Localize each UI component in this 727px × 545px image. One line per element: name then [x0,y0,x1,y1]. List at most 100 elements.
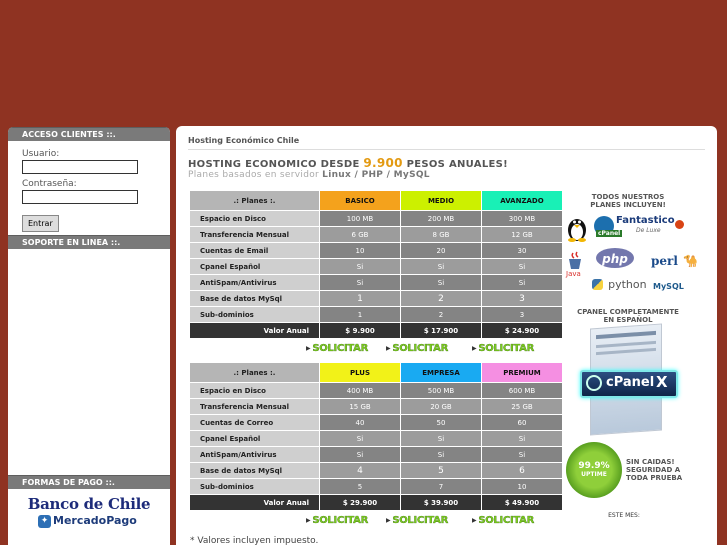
feature-value: Si [319,430,401,447]
uptime-label: UPTIME [581,471,607,478]
python-text: python [608,278,647,291]
arrow-icon: ▶ [306,516,311,524]
plans-table-2: .: Planes :. PLUS EMPRESA PREMIUM Espacio en… [189,362,563,511]
solicitar-label: SOLICITAR [312,515,368,526]
perl-text: perl [651,254,678,268]
camel-icon: 🐪 [683,254,698,268]
cpanel-x-logo: cPanel X [580,370,678,398]
solicitar-premium-button[interactable]: ▶ SOLICITAR [472,515,534,526]
feature-value: Si [400,258,482,275]
password-label: Contraseña: [22,179,77,189]
table-row: Base de datos MySql 4 5 6 [189,462,563,479]
feature-value: Si [481,430,563,447]
sin-caidas-line2: SEGURIDAD A [626,466,681,474]
banco-de-chile-logo[interactable]: Banco de Chile [8,495,170,513]
arrow-icon: ▶ [386,344,391,352]
solicitar-empresa-button[interactable]: ▶ SOLICITAR [386,515,448,526]
sin-caidas-line1: SIN CAIDAS! [626,458,675,466]
feature-label: Cpanel Español [189,430,320,447]
feature-value: 6 GB [319,226,401,243]
table-row: Base de datos MySql 1 2 3 [189,290,563,307]
arrow-icon: ▶ [472,516,477,524]
plan-name-cell: EMPRESA [400,362,482,383]
table-header-row: .: Planes :. BASICO MEDIO AVANZADO [189,190,563,211]
headline-price: 9.900 [363,156,403,170]
perl-logo: perl 🐪 [651,250,698,269]
subtitle-stack: Linux / PHP / MySQL [322,170,430,180]
mercadopago-logo[interactable]: ✦ MercadoPago [8,514,170,528]
table-row: Cpanel Español Si Si Si [189,258,563,275]
plan-name-cell: AVANZADO [481,190,563,211]
fantastico-logo: Fantastico De Luxe cPanel [594,214,684,238]
solicitar-label: SOLICITAR [312,343,368,354]
feature-value: 4 [319,462,401,479]
plan-name-cell: MEDIO [400,190,482,211]
python-logo: python [592,274,647,293]
includes-title: TODOS NUESTROS PLANES INCLUYEN! [572,193,684,209]
includes-title-line1: TODOS NUESTROS [591,193,665,201]
uptime-value: 99.9% [578,461,610,471]
breadcrumb: Hosting Económico Chile [188,136,300,145]
user-label: Usuario: [22,149,60,159]
cpanel-logo-text: cPanel [606,375,655,390]
solicitar-label: SOLICITAR [392,343,448,354]
solicitar-basico-button[interactable]: ▶ SOLICITAR [306,343,368,354]
main-content: Hosting Económico Chile HOSTING ECONOMIC… [176,126,717,545]
fantastico-text: Fantastico [616,215,675,226]
linux-tux-icon [568,219,586,242]
feature-value: 1 [319,290,401,307]
feature-label: Base de datos MySql [189,462,320,479]
promo-column: TODOS NUESTROS PLANES INCLUYEN! Fantasti… [560,126,700,545]
feature-label: Cpanel Español [189,258,320,275]
feature-value: 50 [400,414,482,431]
table-row: Sub-dominios 5 7 10 [189,478,563,495]
sin-caidas-text: SIN CAIDAS! SEGURIDAD A TODA PRUEBA [626,458,692,482]
python-snake-icon [592,279,603,290]
fantastico-deluxe: De Luxe [636,227,661,234]
feature-value: 100 MB [319,210,401,227]
user-input[interactable] [22,160,138,174]
plan-name-cell: BASICO [319,190,401,211]
feature-label: Cuentas de Email [189,242,320,259]
feature-value: 600 MB [481,382,563,399]
subtitle-text: Planes basados en servidor [188,170,323,180]
annual-price: $ 49.900 [481,494,563,511]
feature-value: Si [319,446,401,463]
feature-value: 7 [400,478,482,495]
left-sidebar: ACCESO CLIENTES ::. Usuario: Contraseña:… [8,127,170,545]
cpanel-title-line2: EN ESPAÑOL [603,316,653,324]
table-row: Espacio en Disco 400 MB 500 MB 600 MB [189,382,563,399]
feature-value: 20 GB [400,398,482,415]
mysql-text: MySQL [653,282,684,291]
solicitar-plus-button[interactable]: ▶ SOLICITAR [306,515,368,526]
feature-value: 20 [400,242,482,259]
feature-label: Sub-dominios [189,478,320,495]
feature-value: 3 [481,306,563,323]
cpanel-title: CPANEL COMPLETAMENTE EN ESPAÑOL [564,308,692,324]
feature-value: Si [400,274,482,291]
plan-name-cell: PREMIUM [481,362,563,383]
feature-value: Si [400,446,482,463]
solicitar-avanzado-button[interactable]: ▶ SOLICITAR [472,343,534,354]
feature-value: 5 [319,478,401,495]
total-label: Valor Anual [189,494,320,511]
table-row: Cpanel Español Si Si Si [189,430,563,447]
total-label: Valor Anual [189,322,320,339]
fantastico-cpanel: cPanel [596,230,623,237]
solicitar-label: SOLICITAR [478,343,534,354]
login-button[interactable]: Entrar [22,215,59,232]
plans-table-1: .: Planes :. BASICO MEDIO AVANZADO Espacio e… [189,190,563,339]
feature-value: 200 MB [400,210,482,227]
plan-name-cell: PLUS [319,362,401,383]
annual-price: $ 17.900 [400,322,482,339]
solicitar-medio-button[interactable]: ▶ SOLICITAR [386,343,448,354]
password-input[interactable] [22,190,138,204]
page-title: HOSTING ECONOMICO DESDE 9.900 PESOS ANUA… [188,156,508,170]
feature-value: Si [481,446,563,463]
payment-title: FORMAS DE PAGO ::. [8,475,170,489]
table-row: Cuentas de Correo 40 50 60 [189,414,563,431]
java-text: Java [566,270,581,278]
feature-value: 10 [481,478,563,495]
annual-price: $ 24.900 [481,322,563,339]
php-logo: php [596,248,634,268]
